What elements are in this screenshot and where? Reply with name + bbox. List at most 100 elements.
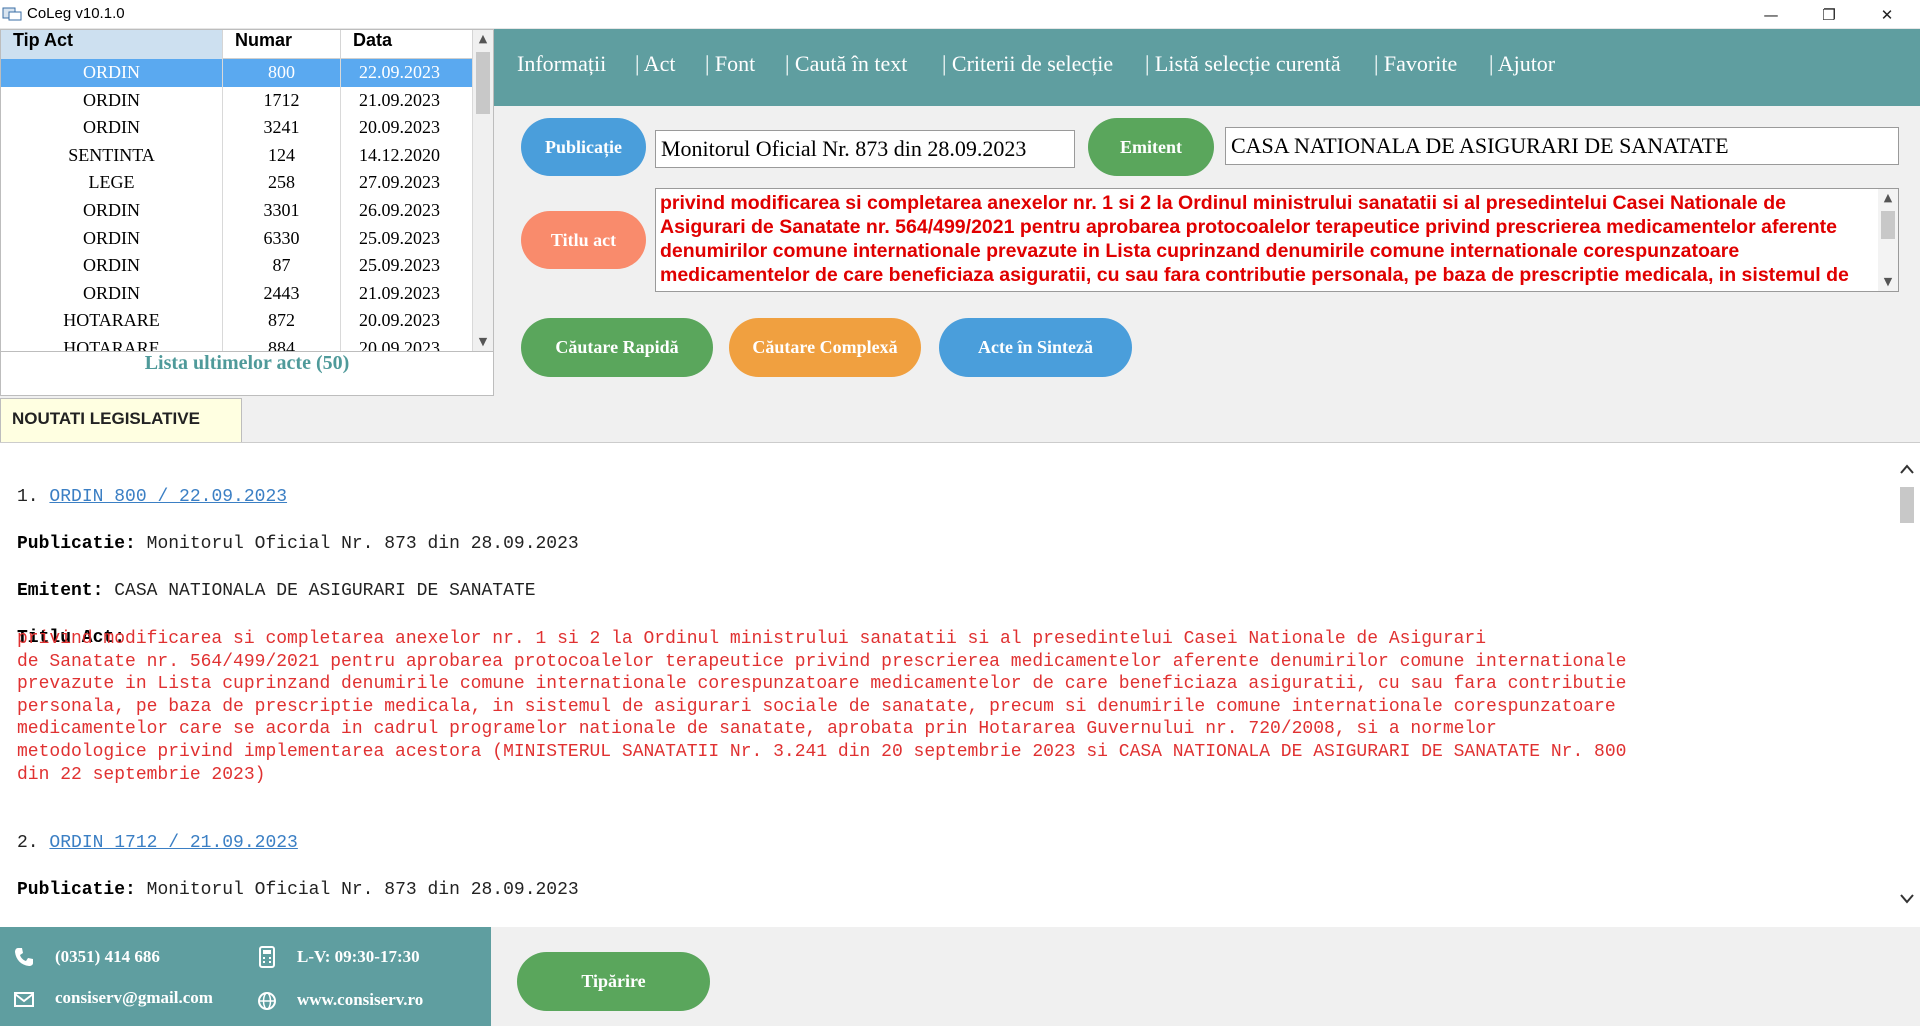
menu-informatii[interactable]: Informații — [517, 51, 606, 77]
publicatie-field[interactable]: Monitorul Oficial Nr. 873 din 28.09.2023 — [655, 130, 1075, 168]
titlu-scrollbar[interactable]: ▲ ▼ — [1878, 189, 1898, 291]
grid-rows: ORDIN 800 22.09.2023 ORDIN 1712 21.09.2023 O… — [1, 59, 473, 351]
content-scroll-thumb[interactable] — [1900, 487, 1914, 523]
table-row[interactable]: ORDIN 1712 21.09.2023 — [1, 86, 473, 115]
tiparire-button[interactable]: Tipărire — [517, 952, 710, 1011]
titlu-act-value: privind modificarea si completarea anexe… — [17, 629, 1627, 785]
cell-data: 20.09.2023 — [341, 307, 473, 335]
publicatie-label: Publicatie: — [17, 880, 136, 900]
table-row[interactable]: LEGE 258 27.09.2023 — [1, 169, 473, 197]
globe-icon — [258, 992, 276, 1010]
emitent-field[interactable]: CASA NATIONALA DE ASIGURARI DE SANATATE — [1225, 127, 1899, 165]
table-row[interactable]: ORDIN 87 25.09.2023 — [1, 252, 473, 280]
table-row[interactable]: ORDIN 800 22.09.2023 — [1, 59, 473, 87]
publicatie-value: Monitorul Oficial Nr. 873 din 28.09.2023 — [146, 880, 579, 900]
recent-acts-label[interactable]: Lista ultimelor acte (50) — [0, 352, 494, 396]
cell-tip: SENTINTA — [1, 141, 223, 170]
cell-numar: 1712 — [223, 86, 341, 115]
cell-numar: 872 — [223, 307, 341, 335]
cell-tip: LEGE — [1, 169, 223, 197]
table-row[interactable]: HOTARARE 872 20.09.2023 — [1, 307, 473, 335]
cell-numar: 3241 — [223, 114, 341, 142]
cell-data: 25.09.2023 — [341, 224, 473, 253]
table-row[interactable]: ORDIN 6330 25.09.2023 — [1, 224, 473, 253]
tab-strip — [0, 396, 1920, 442]
col-header-numar[interactable]: Numar — [223, 30, 341, 59]
cell-numar: 800 — [223, 59, 341, 87]
titlu-scroll-thumb[interactable] — [1881, 211, 1895, 239]
cell-tip: ORDIN — [1, 252, 223, 280]
titlu-act-text: privind modificarea si completarea anexe… — [660, 192, 1849, 291]
cell-data: 20.09.2023 — [341, 114, 473, 142]
cell-numar: 2443 — [223, 279, 341, 308]
web-text[interactable]: www.consiserv.ro — [297, 990, 423, 1010]
col-header-tip-act[interactable]: Tip Act — [1, 30, 223, 59]
scroll-up-icon[interactable]: ▲ — [473, 32, 493, 45]
titlu-act-field[interactable]: privind modificarea si completarea anexe… — [655, 188, 1899, 292]
cell-numar: 124 — [223, 141, 341, 170]
window-title: CoLeg v10.1.0 — [27, 5, 125, 22]
cautare-rapida-button[interactable]: Căutare Rapidă — [521, 318, 713, 377]
menu-favorite[interactable]: | Favorite — [1374, 51, 1457, 77]
table-row[interactable]: HOTARARE 884 20.09.2023 — [1, 334, 473, 351]
cell-data: 27.09.2023 — [341, 169, 473, 197]
cell-tip: ORDIN — [1, 279, 223, 308]
menu-ajutor[interactable]: | Ajutor — [1489, 51, 1555, 77]
table-row[interactable]: ORDIN 3301 26.09.2023 — [1, 196, 473, 225]
scroll-up-icon[interactable]: ▲ — [1878, 191, 1898, 204]
cell-tip: HOTARARE — [1, 307, 223, 335]
publicatie-button[interactable]: Publicație — [521, 118, 646, 176]
content-scrollbar[interactable] — [1894, 443, 1920, 928]
minimize-button[interactable]: — — [1742, 0, 1800, 29]
menu-criterii[interactable]: | Criterii de selecție — [942, 51, 1113, 77]
publicatie-label: Publicatie: — [17, 534, 136, 554]
news-item-2-publicatie: Publicatie: Monitorul Oficial Nr. 873 di… — [17, 880, 579, 900]
news-item-emitent: Emitent: CASA NATIONALA DE ASIGURARI DE … — [17, 581, 536, 601]
cell-tip: ORDIN — [1, 114, 223, 142]
email-text[interactable]: consiserv@gmail.com — [55, 988, 213, 1008]
hours-text: L-V: 09:30-17:30 — [297, 947, 420, 966]
tab-noutati-legislative[interactable]: NOUTATI LEGISLATIVE — [0, 398, 242, 442]
phone-text: (0351) 414 686 — [55, 947, 160, 966]
cell-data: 20.09.2023 — [341, 334, 473, 351]
acte-sinteza-button[interactable]: Acte în Sinteză — [939, 318, 1132, 377]
acts-grid[interactable]: Tip Act Numar Data ORDIN 800 22.09.2023 OR… — [0, 29, 494, 352]
menu-bar: Informații | Act | Font | Caută în text … — [494, 29, 1920, 106]
titlu-act-button[interactable]: Titlu act — [521, 211, 646, 269]
table-row[interactable]: ORDIN 2443 21.09.2023 — [1, 279, 473, 308]
cell-numar: 6330 — [223, 224, 341, 253]
cautare-complexa-button[interactable]: Căutare Complexă — [729, 318, 921, 377]
cell-data: 22.09.2023 — [341, 59, 473, 87]
cell-numar: 258 — [223, 169, 341, 197]
cell-numar: 884 — [223, 334, 341, 351]
publicatie-value: Monitorul Oficial Nr. 873 din 28.09.2023 — [146, 534, 579, 554]
news-content: 1. ORDIN 800 / 22.09.2023 Publicatie: Mo… — [0, 442, 1920, 928]
emitent-button[interactable]: Emitent — [1088, 118, 1214, 176]
cell-data: 25.09.2023 — [341, 252, 473, 280]
col-header-data[interactable]: Data — [341, 30, 473, 59]
menu-lista-selectie[interactable]: | Listă selecție curentă — [1145, 51, 1341, 77]
cell-tip: ORDIN — [1, 196, 223, 225]
close-button[interactable]: ✕ — [1858, 0, 1916, 29]
table-row[interactable]: SENTINTA 124 14.12.2020 — [1, 141, 473, 170]
grid-header: Tip Act Numar Data — [1, 30, 473, 59]
cell-data: 14.12.2020 — [341, 141, 473, 170]
scroll-down-icon[interactable]: ▼ — [473, 335, 493, 348]
news-item-number: 2. — [17, 833, 39, 853]
grid-scroll-thumb[interactable] — [476, 52, 490, 114]
table-row[interactable]: ORDIN 3241 20.09.2023 — [1, 114, 473, 142]
email-icon — [14, 992, 34, 1007]
chevron-up-icon[interactable] — [1899, 463, 1915, 475]
grid-scrollbar[interactable]: ▲ ▼ — [473, 30, 493, 351]
cell-tip: ORDIN — [1, 224, 223, 253]
chevron-down-icon[interactable] — [1899, 893, 1915, 905]
scroll-down-icon[interactable]: ▼ — [1878, 275, 1898, 288]
news-item-link[interactable]: ORDIN 800 / 22.09.2023 — [49, 487, 287, 507]
menu-act[interactable]: | Act — [635, 51, 675, 77]
menu-font[interactable]: | Font — [705, 51, 755, 77]
cell-numar: 3301 — [223, 196, 341, 225]
restore-button[interactable]: ❐ — [1800, 0, 1858, 29]
news-item-link[interactable]: ORDIN 1712 / 21.09.2023 — [49, 833, 297, 853]
menu-cauta-text[interactable]: | Caută în text — [785, 51, 907, 77]
cell-data: 21.09.2023 — [341, 86, 473, 115]
